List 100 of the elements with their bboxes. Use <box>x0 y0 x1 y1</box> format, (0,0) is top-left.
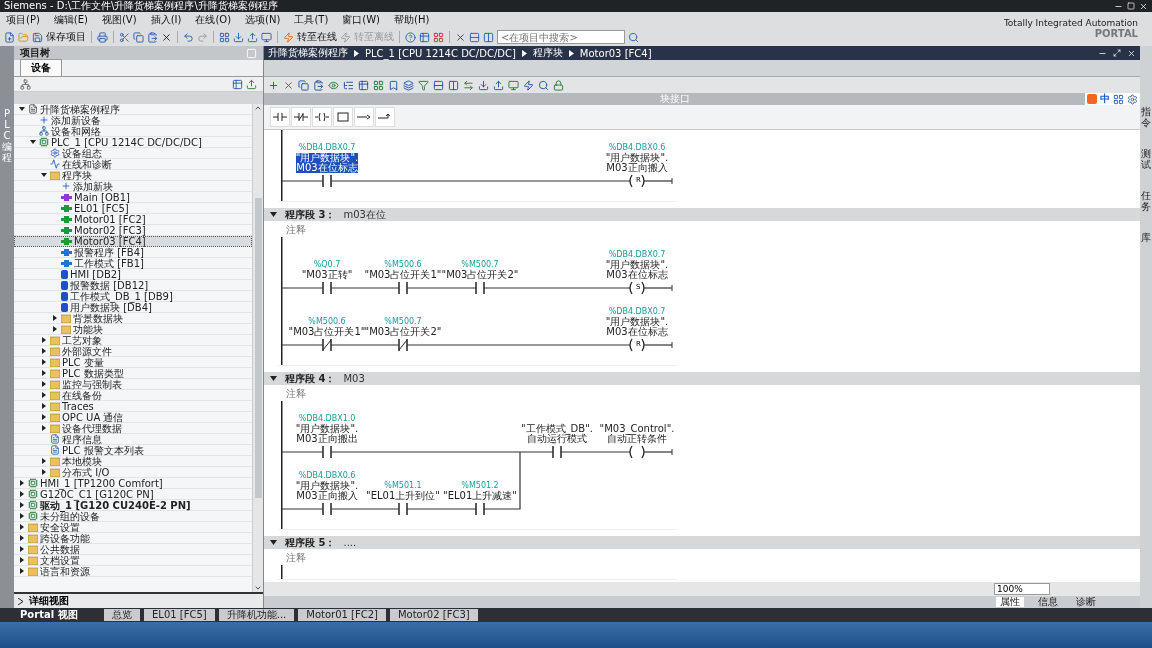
tree-item[interactable]: 背景数据块 <box>14 313 252 324</box>
operand-name[interactable]: M03在位标志 <box>606 327 668 337</box>
network-comment: 注释 <box>285 387 307 401</box>
tree-item[interactable]: PLC 报警文本列表 <box>14 445 252 456</box>
menu-item[interactable]: 插入(I) <box>150 13 182 27</box>
tree-item[interactable]: 用户数据块 [DB4] <box>14 302 252 313</box>
tree-item[interactable]: 报警程序 [FB4] <box>14 247 252 258</box>
menu-item[interactable]: 选项(N) <box>245 13 281 27</box>
breadcrumb-item[interactable]: Motor03 [FC4] <box>579 47 652 59</box>
tree-item[interactable]: PLC_1 [CPU 1214C DC/DC/DC] <box>14 137 252 148</box>
tree-item[interactable]: 文档设置 <box>14 555 252 566</box>
operand-name[interactable]: "M03正转" <box>301 270 353 280</box>
menu-item[interactable]: 在线(O) <box>195 13 232 27</box>
operand-name[interactable]: "用户数据块". <box>605 317 669 327</box>
tree-item[interactable]: 功能块 <box>14 324 252 335</box>
tree-item[interactable]: HMI_1 [TP1200 Comfort] <box>14 478 252 489</box>
tree-item[interactable]: G120C_C1 [G120C PN] <box>14 489 252 500</box>
operand-address: %DB4.DBX0.6 <box>298 471 356 480</box>
operand-name[interactable]: "M03占位开关1" <box>288 327 366 337</box>
tree-item[interactable]: 设备和网络 <box>14 126 252 137</box>
operand-name[interactable]: "M03占位开关2" <box>364 327 442 337</box>
tree-item[interactable]: Motor01 [FC2] <box>14 214 252 225</box>
tree-item[interactable]: 程序块 <box>14 170 252 181</box>
operand-name[interactable]: "用户数据块". <box>295 424 359 434</box>
operand-name[interactable]: 自动运行模式 <box>527 434 587 444</box>
editor-tab[interactable]: 总览 <box>104 609 140 621</box>
tree-item[interactable]: 驱动_1 [G120 CU240E-2 PN] <box>14 500 252 511</box>
operand-name[interactable]: "用户数据块". <box>295 481 359 491</box>
go-online-button[interactable]: 转至在线 <box>297 30 337 44</box>
tree-item[interactable]: 本地模块 <box>14 456 252 467</box>
tree-item[interactable]: 工作模式 [FB1] <box>14 258 252 269</box>
network-comment: 注释 <box>285 223 307 237</box>
tree-item[interactable]: 报警数据 [DB12] <box>14 280 252 291</box>
tree-item[interactable]: 公共数据 <box>14 544 252 555</box>
side-tab[interactable]: 指令 <box>1141 106 1151 128</box>
portal-view-button[interactable]: Portal 视图 <box>20 608 100 622</box>
tree-item[interactable]: Traces <box>14 401 252 412</box>
zoom-field[interactable]: 100% <box>994 583 1050 595</box>
operand-name[interactable]: M03正向搬入 <box>296 491 358 501</box>
operand-name[interactable]: "M03_Control". <box>599 424 675 434</box>
tree-item[interactable]: 未分组的设备 <box>14 511 252 522</box>
editor-tab[interactable]: Motor02 [FC3] <box>389 609 478 621</box>
operand-name[interactable]: "用户数据块". <box>605 260 669 270</box>
side-tab[interactable]: 测试 <box>1141 148 1151 170</box>
tree-item[interactable]: 外部源文件 <box>14 346 252 357</box>
save-project-button[interactable]: 保存项目 <box>46 30 86 44</box>
tree-item[interactable]: PLC 数据类型 <box>14 368 252 379</box>
tree-item[interactable]: OPC UA 通信 <box>14 412 252 423</box>
operand-name[interactable]: M03在位标志 <box>296 163 358 173</box>
tree-item[interactable]: Main [OB1] <box>14 192 252 203</box>
tree-item[interactable]: 分布式 I/O <box>14 467 252 478</box>
tree-item[interactable]: PLC 变量 <box>14 357 252 368</box>
tree-item[interactable]: 在线备份 <box>14 390 252 401</box>
tree-item[interactable]: 工艺对象 <box>14 335 252 346</box>
operand-name[interactable]: "M03占位开关1" <box>364 270 442 280</box>
operand-name[interactable]: "用户数据块". <box>605 153 669 163</box>
tree-item[interactable]: 工作模式_DB_1 [DB9] <box>14 291 252 302</box>
operand-name[interactable]: "用户数据块". <box>295 153 359 163</box>
side-tab[interactable]: 任务 <box>1141 190 1151 212</box>
menu-item[interactable]: 项目(P) <box>6 13 40 27</box>
menu-item[interactable]: 帮助(H) <box>394 13 430 27</box>
breadcrumb-item[interactable]: 程序块 <box>532 46 563 60</box>
inspector-tab[interactable]: 属性 <box>996 597 1024 607</box>
operand-name[interactable]: "工作模式_DB". <box>521 424 593 434</box>
tree-item[interactable]: 设备代理数据 <box>14 423 252 434</box>
breadcrumb-item[interactable]: 升降货梯案例程序 <box>268 46 348 60</box>
tree-item[interactable]: HMI [DB2] <box>14 269 252 280</box>
operand-name[interactable]: M03正向搬入 <box>606 163 668 173</box>
operand-name[interactable]: "EL01上升到位" <box>366 491 440 501</box>
operand-name[interactable]: "M03占位开关2" <box>441 270 519 280</box>
tree-item[interactable]: 设备组态 <box>14 148 252 159</box>
editor-tab[interactable]: EL01 [FC5] <box>144 609 215 621</box>
tree-item[interactable]: 跨设备功能 <box>14 533 252 544</box>
tree-item[interactable]: 安全设置 <box>14 522 252 533</box>
search-field[interactable]: <在项目中搜索> <box>497 30 625 44</box>
tree-item[interactable]: Motor03 [FC4] <box>14 236 252 247</box>
tree-tab[interactable]: 设备 <box>20 59 62 76</box>
breadcrumb-item[interactable]: PLC_1 [CPU 1214C DC/DC/DC] <box>365 47 516 59</box>
operand-name[interactable]: "EL01上升减速" <box>443 491 517 501</box>
side-tab[interactable]: 库 <box>1141 232 1151 243</box>
tree-item[interactable]: 程序信息 <box>14 434 252 445</box>
tree-item[interactable]: 添加新设备 <box>14 115 252 126</box>
tree-item[interactable]: 升降货梯案例程序 <box>14 104 252 115</box>
operand-name[interactable]: 自动正转条件 <box>607 434 667 444</box>
menu-item[interactable]: 编辑(E) <box>53 13 88 27</box>
tree-item[interactable]: 语言和资源 <box>14 566 252 577</box>
network-title: 程序段 5： <box>285 535 336 550</box>
tree-item[interactable]: EL01 [FC5] <box>14 203 252 214</box>
inspector-tab[interactable]: 信息 <box>1034 597 1062 607</box>
menu-item[interactable]: 窗口(W) <box>342 13 380 27</box>
editor-tab[interactable]: Motor01 [FC2] <box>298 609 386 621</box>
operand-name[interactable]: M03在位标志 <box>606 270 668 280</box>
menu-item[interactable]: 工具(T) <box>294 13 329 27</box>
tree-item[interactable]: 监控与强制表 <box>14 379 252 390</box>
operand-name[interactable]: M03正向搬出 <box>296 434 358 444</box>
editor-tab[interactable]: 升降机功能... <box>218 609 295 621</box>
tree-item[interactable]: 在线和诊断 <box>14 159 252 170</box>
menu-item[interactable]: 视图(V) <box>101 13 137 27</box>
inspector-tab[interactable]: 诊断 <box>1072 597 1100 607</box>
tree-item[interactable]: 添加新块 <box>14 181 252 192</box>
